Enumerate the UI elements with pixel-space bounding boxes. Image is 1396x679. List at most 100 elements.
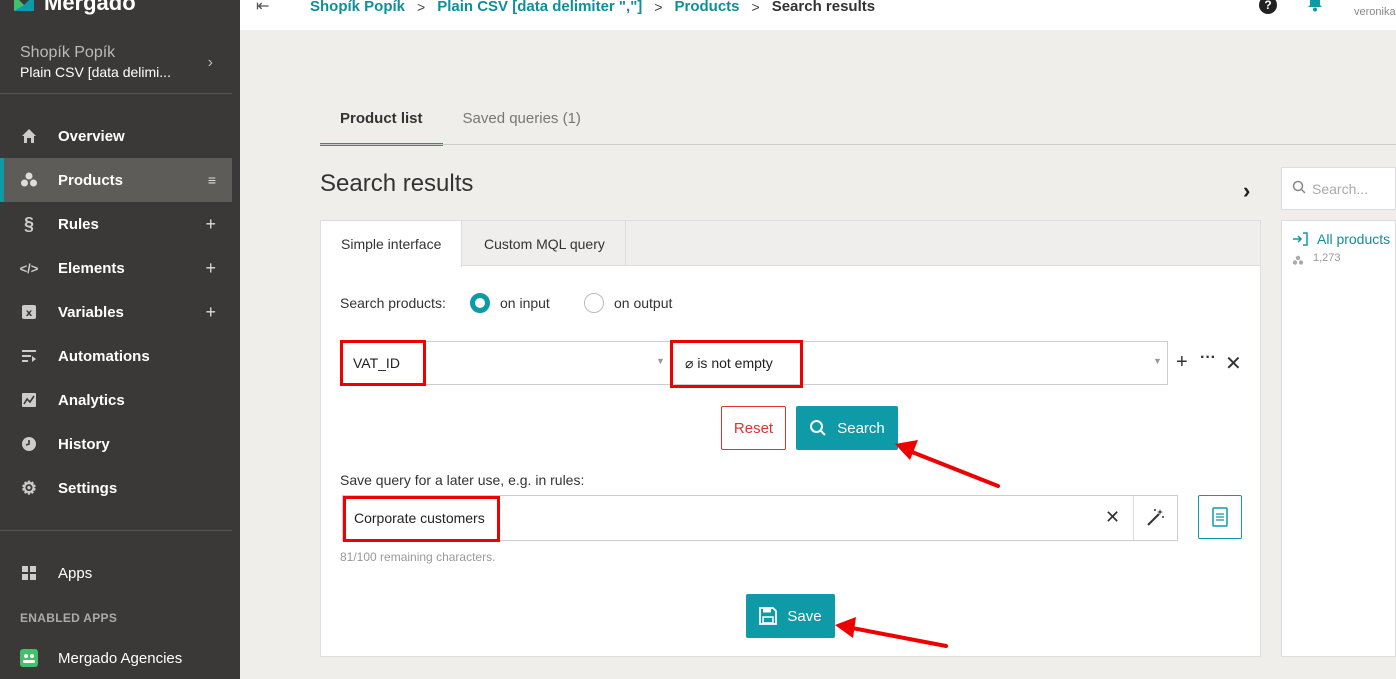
sidebar-item-history[interactable]: History (0, 422, 232, 466)
tab-custom-mql[interactable]: Custom MQL query (464, 221, 626, 266)
svg-text:x: x (26, 308, 33, 319)
sidebar-item-label: Variables (58, 303, 124, 321)
sidebar-item-label: Mergado Agencies (58, 649, 183, 667)
highlight-box (340, 340, 426, 386)
mergado-logo-icon (12, 0, 36, 15)
breadcrumb-separator: > (417, 0, 426, 15)
divider (0, 530, 232, 531)
sidebar-item-label: Analytics (58, 391, 125, 409)
sidebar: Mergado Shopík Popík Plain CSV [data del… (0, 0, 240, 679)
add-condition-icon[interactable]: + (1176, 351, 1188, 374)
breadcrumb-item[interactable]: Shopík Popík (310, 0, 405, 15)
breadcrumb-separator: > (654, 0, 663, 15)
radio-on-input-label[interactable]: on input (500, 295, 550, 311)
breadcrumb-separator: > (751, 0, 760, 15)
add-variable-icon[interactable]: + (205, 302, 216, 323)
chevron-right-icon[interactable]: › (1243, 178, 1250, 204)
floppy-icon (759, 607, 778, 625)
help-icon[interactable]: ? (1259, 0, 1277, 14)
close-icon[interactable]: ✕ (1225, 351, 1242, 376)
products-icon (19, 170, 39, 190)
breadcrumb-current: Search results (771, 0, 876, 15)
search-card: Simple interface Custom MQL query Search… (320, 220, 1261, 657)
user-name[interactable]: veronika (1354, 6, 1396, 18)
radio-on-input[interactable] (470, 293, 490, 313)
chevron-right-icon: › (207, 54, 213, 71)
sidebar-item-label: Overview (58, 127, 125, 145)
project-name: Shopík Popík (20, 44, 116, 61)
list-icon[interactable]: ≡ (208, 172, 216, 188)
highlight-box (343, 496, 500, 542)
page-title: Search results (320, 170, 474, 197)
sidebar-item-automations[interactable]: Automations (0, 334, 232, 378)
collapse-sidebar-icon[interactable]: ⇤ (256, 0, 269, 16)
sidebar-item-variables[interactable]: x Variables + (0, 290, 232, 334)
divider (1133, 496, 1134, 540)
sidebar-item-label: Apps (58, 564, 93, 582)
sidebar-item-label: History (58, 435, 110, 453)
query-mode-tabs: Simple interface Custom MQL query (321, 221, 1260, 267)
remaining-characters: 81/100 remaining characters. (340, 550, 496, 564)
sidebar-item-label: Elements (58, 259, 125, 277)
sidebar-item-label: Automations (58, 347, 150, 365)
caret-down-icon[interactable]: ▼ (656, 356, 665, 366)
sidebar-item-overview[interactable]: Overview (0, 114, 232, 158)
search-products-label: Search products: (340, 295, 446, 311)
sidebar-item-apps[interactable]: Apps (0, 551, 232, 595)
right-panel-search[interactable]: Search... (1281, 167, 1396, 210)
search-icon (810, 420, 826, 436)
products-icon (1292, 252, 1304, 270)
sidebar-item-label: Rules (58, 215, 99, 233)
home-icon (19, 126, 39, 146)
enabled-apps-heading: ENABLED APPS (20, 611, 118, 625)
sidebar-item-products[interactable]: Products ≡ (0, 158, 232, 202)
gear-icon: ⚙ (20, 477, 38, 498)
project-subtitle: Plain CSV [data delimi... (20, 64, 171, 80)
sidebar-item-label: Products (58, 171, 124, 189)
document-icon (1212, 507, 1228, 527)
save-query-label: Save query for a later use, e.g. in rule… (340, 472, 585, 488)
reset-button[interactable]: Reset (721, 406, 786, 450)
section-icon: § (23, 213, 34, 234)
breadcrumb: Shopík Popík > Plain CSV [data delimiter… (310, 0, 875, 15)
sidebar-item-analytics[interactable]: Analytics (0, 378, 232, 422)
search-button[interactable]: Search (796, 406, 898, 450)
clear-icon[interactable]: ✕ (1105, 507, 1120, 528)
breadcrumb-item[interactable]: Products (675, 0, 740, 15)
tab-product-list[interactable]: Product list (320, 103, 443, 146)
search-placeholder: Search... (1312, 181, 1369, 197)
automation-icon (19, 346, 39, 366)
breadcrumb-item[interactable]: Plain CSV [data delimiter ","] (437, 0, 642, 15)
radio-on-output-label[interactable]: on output (614, 295, 672, 311)
add-element-icon[interactable]: + (205, 258, 216, 279)
project-switcher[interactable]: Shopík Popík Plain CSV [data delimi... › (20, 44, 225, 80)
sidebar-item-elements[interactable]: </> Elements + (0, 246, 232, 290)
caret-down-icon[interactable]: ▼ (1153, 356, 1162, 366)
magic-wand-icon[interactable] (1145, 508, 1165, 533)
tab-saved-queries[interactable]: Saved queries (1) (443, 103, 601, 146)
sidebar-item-mergado-agencies[interactable]: Mergado Agencies (0, 636, 232, 679)
bell-icon[interactable] (1307, 0, 1323, 12)
save-button[interactable]: Save (746, 594, 835, 638)
search-icon (1292, 180, 1306, 199)
topbar: ⇤ Shopík Popík > Plain CSV [data delimit… (240, 0, 1396, 30)
save-button-label: Save (787, 607, 822, 625)
agencies-app-icon (19, 648, 39, 668)
notes-button[interactable] (1198, 495, 1242, 539)
divider (320, 144, 1396, 145)
add-rule-icon[interactable]: + (205, 214, 216, 235)
all-products-count: 1,273 (1313, 252, 1341, 264)
brand-name: Mergado (44, 0, 136, 15)
chart-icon (19, 390, 39, 410)
brand[interactable]: Mergado (12, 0, 136, 16)
sidebar-item-label: Settings (58, 479, 118, 497)
main-tabs: Product list Saved queries (1) (320, 103, 601, 146)
tab-simple-interface[interactable]: Simple interface (321, 221, 463, 267)
sidebar-item-rules[interactable]: § Rules + (0, 202, 232, 246)
login-arrow-icon (1292, 232, 1308, 251)
code-icon: </> (19, 260, 39, 276)
more-icon[interactable]: ··· (1200, 349, 1216, 367)
all-products-link[interactable]: All products (1317, 231, 1390, 247)
sidebar-item-settings[interactable]: ⚙ Settings (0, 466, 232, 510)
radio-on-output[interactable] (584, 293, 604, 313)
